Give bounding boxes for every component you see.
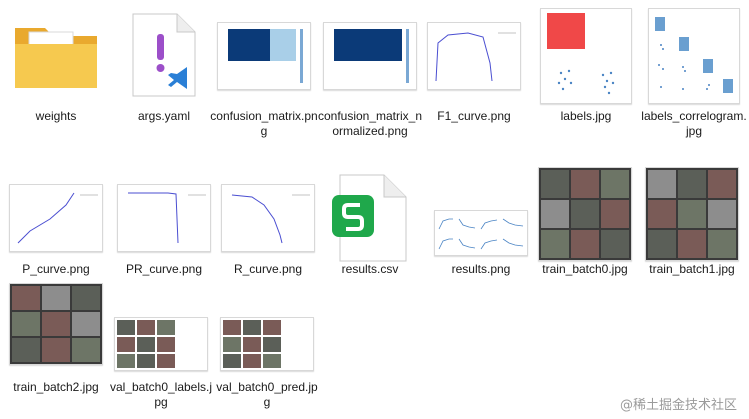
file-name: weights: [35, 109, 77, 123]
file-name: P_curve.png: [22, 262, 90, 276]
image-thumbnail: [537, 166, 633, 262]
image-thumbnail: [216, 8, 312, 104]
file-name: confusion_matrix.png: [210, 109, 318, 138]
image-thumbnail: [113, 314, 209, 374]
file-name: F1_curve.png: [437, 109, 511, 123]
watermark-text: @稀土掘金技术社区: [619, 398, 737, 413]
image-thumbnail: [220, 170, 316, 266]
file-name: train_batch1.jpg: [649, 262, 735, 276]
file-name: labels.jpg: [560, 109, 612, 123]
file-name: confusion_matrix_normalized.png: [317, 109, 423, 138]
image-thumbnail: [644, 166, 740, 262]
image-thumbnail: [116, 170, 212, 266]
file-name: results.png: [451, 262, 511, 276]
image-thumbnail: [8, 283, 104, 380]
yaml-file-icon: [116, 8, 212, 104]
file-name: train_batch2.jpg: [13, 380, 99, 394]
image-thumbnail: [538, 8, 634, 104]
folder-icon: [8, 8, 104, 104]
file-name: results.csv: [341, 262, 399, 276]
file-name: labels_correlogram.jpg: [641, 109, 747, 138]
file-name: train_batch0.jpg: [542, 262, 628, 276]
file-name: args.yaml: [137, 109, 190, 123]
image-thumbnail: [219, 314, 315, 374]
file-name: val_batch0_pred.jpg: [216, 380, 318, 409]
spreadsheet-icon: [322, 170, 418, 266]
image-thumbnail: [646, 8, 742, 104]
file-name: R_curve.png: [233, 262, 303, 276]
image-thumbnail: [433, 170, 529, 266]
file-name: PR_curve.png: [125, 262, 203, 276]
image-thumbnail: [426, 8, 522, 104]
image-thumbnail: [322, 8, 418, 104]
file-name: val_batch0_labels.jpg: [109, 380, 213, 409]
image-thumbnail: [8, 170, 104, 266]
